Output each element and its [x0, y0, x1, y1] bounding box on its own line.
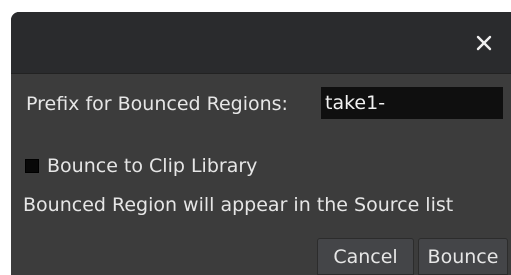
close-button[interactable] — [469, 28, 499, 58]
bounce-dialog: Prefix for Bounced Regions: Bounce to Cl… — [11, 12, 511, 275]
prefix-input[interactable] — [321, 87, 503, 119]
bounce-to-clip-library-checkbox[interactable] — [25, 159, 39, 173]
info-text: Bounced Region will appear in the Source… — [23, 194, 454, 216]
prefix-label: Prefix for Bounced Regions: — [26, 93, 288, 115]
bounce-to-clip-library-label: Bounce to Clip Library — [47, 155, 258, 177]
titlebar-divider — [11, 73, 511, 74]
bounce-to-clip-library-toggle[interactable]: Bounce to Clip Library — [25, 152, 257, 180]
cancel-button[interactable]: Cancel — [317, 238, 414, 275]
dialog-titlebar — [11, 12, 511, 73]
close-icon — [476, 35, 492, 51]
bounce-button[interactable]: Bounce — [418, 238, 508, 275]
